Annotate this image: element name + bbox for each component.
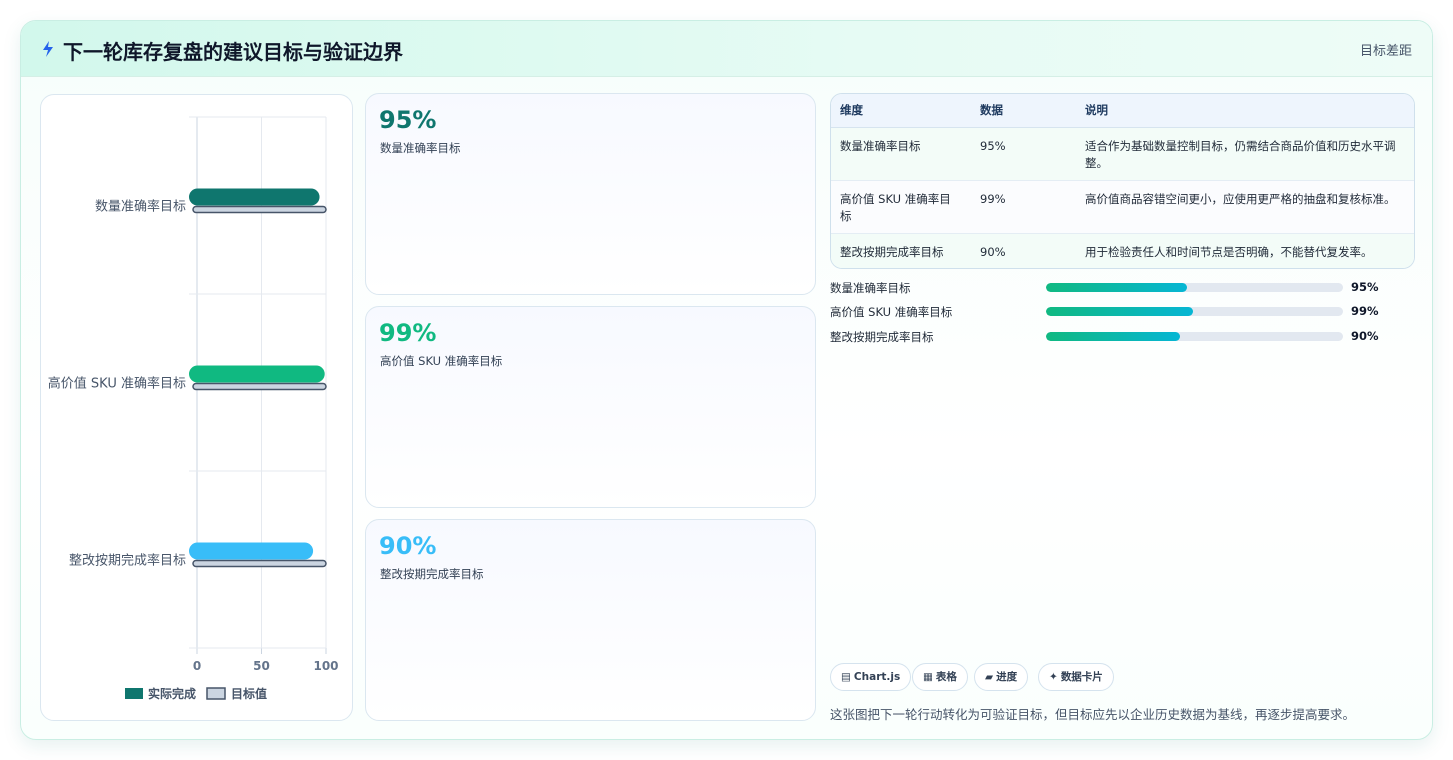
card-header: 下一轮库存复盘的建议目标与验证边界 目标差距	[21, 21, 1432, 77]
bar-target	[192, 559, 327, 568]
table-cell: 数量准确率目标	[831, 127, 971, 181]
bolt-icon	[43, 41, 53, 57]
progress-value: 95%	[1351, 280, 1379, 294]
bar-actual	[189, 365, 325, 383]
table-cell: 高价值 SKU 准确率目标	[831, 180, 971, 234]
tag-label: 表格	[935, 671, 957, 683]
y-category-label: 数量准确率目标	[95, 199, 186, 215]
progress-label: 整改按期完成率目标	[830, 330, 934, 344]
progress-row-rectification-ontime: 整改按期完成率目标 90%	[830, 329, 1410, 345]
kpi-card-rectification-ontime: 90% 整改按期完成率目标	[365, 519, 816, 721]
legend-label-actual: 实际完成	[148, 686, 196, 701]
table-icon: ▦	[923, 671, 933, 683]
progress-label: 高价值 SKU 准确率目标	[830, 305, 953, 319]
x-tick-label: 50	[253, 659, 270, 673]
progress-icon: ▰	[985, 671, 994, 683]
bar-target	[192, 205, 327, 214]
dashboard-card: 下一轮库存复盘的建议目标与验证边界 目标差距 0 50 100 数量准确率目标 高价值 …	[20, 20, 1433, 740]
table-cell: 整改按期完成率目标	[840, 244, 944, 259]
progress-row-high-value-sku: 高价值 SKU 准确率目标 99%	[830, 304, 1410, 320]
progress-fill	[1046, 332, 1180, 341]
tag-label: 数据卡片	[1060, 671, 1103, 683]
legend-label-target: 目标值	[231, 686, 267, 701]
legend-swatch-target	[206, 687, 226, 700]
tag-chartjs[interactable]: ▤ Chart.js	[830, 663, 912, 691]
kpi-card-quantity-accuracy: 95% 数量准确率目标	[365, 93, 816, 295]
y-category-label: 高价值 SKU 准确率目标	[48, 376, 186, 392]
page-title: 下一轮库存复盘的建议目标与验证边界	[63, 40, 403, 64]
table-cell: 90%	[980, 244, 1006, 259]
bar-chart: 0 50 100 数量准确率目标高价值 SKU 准确率目标整改按期完成率目标实际完成 目…	[48, 116, 339, 701]
column-header-data: 数据	[971, 94, 1076, 128]
tag-progress[interactable]: ▰ 进度	[974, 663, 1029, 691]
sparkle-icon: ✦	[1049, 671, 1058, 683]
legend-swatch-actual	[125, 688, 143, 699]
kpi-value: 99%	[379, 319, 437, 347]
x-tick-label: 100	[313, 659, 338, 673]
progress-track	[1046, 307, 1343, 316]
footnote: 这张图把下一轮行动转化为可验证目标，但目标应先以企业历史数据为基线，再逐步提高要…	[830, 707, 1356, 722]
bar-actual	[189, 188, 320, 206]
table-cell: 99%	[971, 180, 1076, 234]
kpi-value: 95%	[379, 106, 437, 134]
bar-actual	[189, 542, 314, 560]
bar-chart-panel: 0 50 100 数量准确率目标高价值 SKU 准确率目标整改按期完成率目标实际完成 目…	[40, 94, 353, 721]
bar-target	[192, 382, 327, 391]
x-tick-label: 0	[193, 659, 201, 673]
progress-label: 数量准确率目标	[830, 281, 911, 295]
table-cell: 用于检验责任人和时间节点是否明确，不能替代复发率。	[1085, 244, 1373, 259]
table-row: 整改按期完成率目标 90% 用于检验责任人和时间节点是否明确，不能替代复发率。	[831, 233, 1414, 268]
kpi-card-high-value-sku: 99% 高价值 SKU 准确率目标	[365, 306, 816, 508]
kpi-value: 90%	[379, 532, 437, 560]
table-cell: 适合作为基础数量控制目标，仍需结合商品价值和历史水平调整。	[1076, 127, 1414, 181]
progress-value: 90%	[1351, 329, 1379, 343]
kpi-label: 整改按期完成率目标	[380, 567, 484, 581]
column-header-dimension: 维度	[831, 94, 971, 128]
progress-track	[1046, 283, 1343, 292]
targets-table: 维度 数据 说明 数量准确率目标 95% 适合作为基础数量控制目标，仍需结合商品…	[830, 93, 1415, 269]
progress-value: 99%	[1351, 304, 1379, 318]
chart-icon: ▤	[841, 671, 851, 683]
table-header-row: 维度 数据 说明	[831, 94, 1414, 128]
progress-row-quantity-accuracy: 数量准确率目标 95%	[830, 280, 1410, 296]
table-row: 高价值 SKU 准确率目标 99% 高价值商品容错空间更小，应使用更严格的抽盘和…	[831, 180, 1414, 234]
table-row: 数量准确率目标 95% 适合作为基础数量控制目标，仍需结合商品价值和历史水平调整…	[831, 127, 1414, 181]
tag-label: 进度	[996, 671, 1018, 683]
kpi-label: 高价值 SKU 准确率目标	[380, 354, 503, 368]
tag-label: Chart.js	[853, 671, 901, 683]
kpi-label: 数量准确率目标	[380, 141, 461, 155]
progress-track	[1046, 332, 1343, 341]
table-cell: 高价值商品容错空间更小，应使用更严格的抽盘和复核标准。	[1076, 180, 1414, 234]
progress-fill	[1046, 283, 1188, 292]
column-header-description: 说明	[1076, 94, 1414, 128]
tag-table[interactable]: ▦ 表格	[912, 663, 968, 691]
progress-fill	[1046, 307, 1193, 316]
table-cell: 95%	[971, 127, 1076, 181]
tag-data-cards[interactable]: ✦ 数据卡片	[1038, 663, 1114, 691]
target-gap-label: 目标差距	[1359, 44, 1412, 59]
y-category-label: 整改按期完成率目标	[69, 553, 186, 569]
